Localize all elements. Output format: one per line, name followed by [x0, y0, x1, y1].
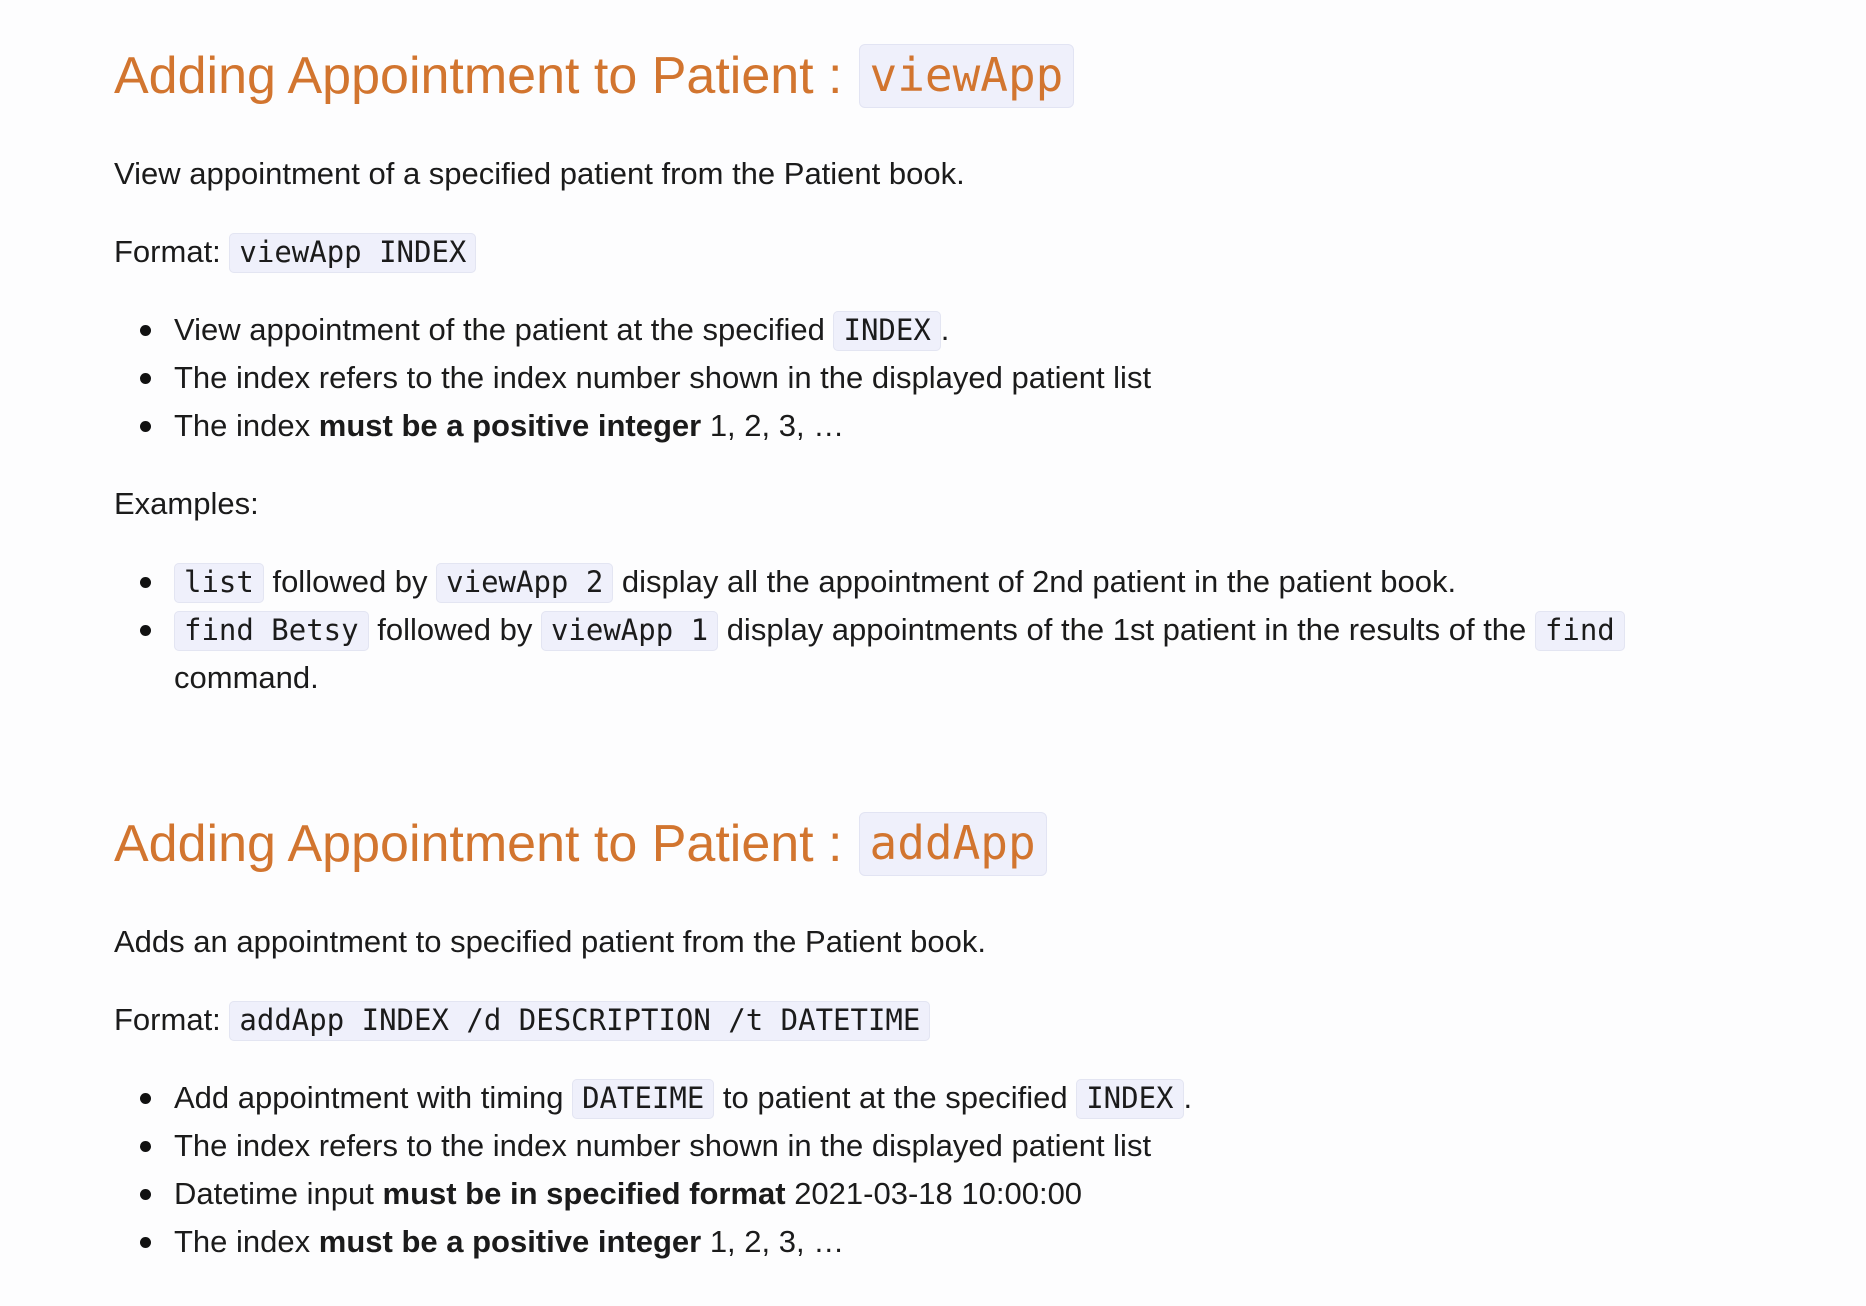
datetime-code: DATEIME — [572, 1079, 715, 1119]
list-item-text: Datetime input — [174, 1176, 383, 1211]
format-code: viewApp INDEX — [229, 233, 477, 273]
bold-text: must be in specified format — [382, 1176, 786, 1211]
list-item-text: The index — [174, 1224, 319, 1259]
list-item-text: to patient at the specified — [714, 1080, 1077, 1115]
section-viewapp: Adding Appointment to Patient : viewApp … — [114, 44, 1814, 702]
list-item-text: 2021-03-18 10:00:00 — [785, 1176, 1083, 1211]
index-code: INDEX — [833, 311, 941, 351]
section-heading: Adding Appointment to Patient : viewApp — [114, 44, 1814, 108]
list-item: find Betsy followed by viewApp 1 display… — [140, 606, 1634, 702]
list-item-text: display all the appointment of 2nd patie… — [613, 564, 1457, 599]
format-line: Format: viewApp INDEX — [114, 228, 1814, 276]
heading-code: addApp — [858, 812, 1047, 876]
heading-text: Adding Appointment to Patient : — [114, 815, 843, 873]
example-code: find Betsy — [174, 611, 369, 651]
list-item-text: The index — [174, 408, 319, 443]
bold-text: must be a positive integer — [318, 408, 702, 443]
list-item: The index must be a positive integer 1, … — [140, 1218, 1814, 1266]
list-item-text: . — [1183, 1080, 1193, 1115]
list-item-text: 1, 2, 3, … — [701, 408, 845, 443]
list-item-text: . — [940, 312, 950, 347]
section-heading: Adding Appointment to Patient : addApp — [114, 812, 1814, 876]
list-item-text: The index refers to the index number sho… — [174, 1128, 1152, 1163]
section-description: Adds an appointment to specified patient… — [114, 924, 986, 959]
document-body: Adding Appointment to Patient : viewApp … — [114, 0, 1814, 1259]
list-item-text: followed by — [263, 564, 437, 599]
list-item-text: View appointment of the patient at the s… — [174, 312, 834, 347]
list-item-text: 1, 2, 3, … — [701, 1224, 845, 1259]
section-addapp: Adding Appointment to Patient : addApp A… — [114, 812, 1814, 1266]
example-code: viewApp 1 — [540, 611, 719, 651]
list-item: The index refers to the index number sho… — [140, 1122, 1814, 1170]
section-description: View appointment of a specified patient … — [114, 156, 965, 191]
list-item: list followed by viewApp 2 display all t… — [140, 558, 1634, 606]
heading-text: Adding Appointment to Patient : — [114, 47, 843, 105]
list-item-text: Add appointment with timing — [174, 1080, 573, 1115]
format-label: Format: — [114, 234, 221, 269]
format-line: Format: addApp INDEX /d DESCRIPTION /t D… — [114, 996, 1814, 1044]
list-item-text: command. — [174, 660, 319, 695]
list-item: Add appointment with timing DATEIME to p… — [140, 1074, 1814, 1122]
examples-list: list followed by viewApp 2 display all t… — [114, 558, 1634, 702]
bold-text: must be a positive integer — [318, 1224, 702, 1259]
list-item: Datetime input must be in specified form… — [140, 1170, 1814, 1218]
list-item-text: display appointments of the 1st patient … — [718, 612, 1535, 647]
format-label: Format: — [114, 1002, 221, 1037]
notes-list: Add appointment with timing DATEIME to p… — [114, 1074, 1814, 1266]
heading-code: viewApp — [858, 44, 1075, 108]
format-code: addApp INDEX /d DESCRIPTION /t DATETIME — [229, 1001, 931, 1041]
example-code: find — [1534, 611, 1625, 651]
list-item-text: The index refers to the index number sho… — [174, 360, 1152, 395]
example-code: viewApp 2 — [436, 563, 614, 603]
examples-label: Examples: — [114, 486, 259, 521]
notes-list: View appointment of the patient at the s… — [114, 306, 1814, 450]
list-item: View appointment of the patient at the s… — [140, 306, 1814, 354]
list-item-text: followed by — [368, 612, 541, 647]
example-code: list — [174, 563, 264, 603]
list-item: The index must be a positive integer 1, … — [140, 402, 1814, 450]
list-item: The index refers to the index number sho… — [140, 354, 1814, 402]
index-code: INDEX — [1076, 1079, 1184, 1119]
